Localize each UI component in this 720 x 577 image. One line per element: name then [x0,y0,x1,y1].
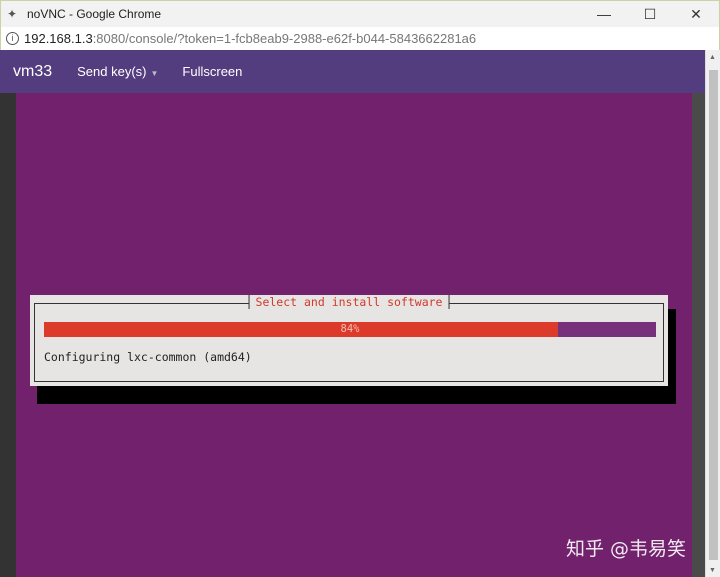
page-scrollbar[interactable]: ▲ ▼ [705,50,720,577]
canvas-right-edge [692,93,705,577]
fullscreen-button[interactable]: Fullscreen [182,64,242,79]
chevron-down-icon: ▼ [150,69,159,78]
novnc-app-icon: ✦ [7,7,18,21]
maximize-button[interactable]: ☐ [627,1,673,27]
minimize-button[interactable]: — [581,1,627,27]
canvas-left-edge [0,93,16,577]
send-keys-label: Send key(s) [77,64,147,79]
dialog-title: Select and install software [248,295,450,309]
info-icon[interactable]: i [6,32,19,45]
url-host: 192.168.1.3 [24,31,93,46]
progress-label: 84% [340,323,360,335]
progress-bar: 84% [44,322,656,337]
status-text: Configuring lxc-common (amd64) [44,350,252,364]
url-rest: :8080/console/?token=1-fcb8eab9-2988-e62… [92,31,477,46]
close-button[interactable]: ✕ [673,1,719,27]
send-keys-dropdown[interactable]: Send key(s) ▼ [77,64,158,79]
novnc-navbar: vm33 Send key(s) ▼ Fullscreen [0,50,705,93]
scroll-down-icon[interactable]: ▼ [709,567,716,574]
scroll-up-icon[interactable]: ▲ [709,54,716,61]
install-progress-dialog: Select and install software 84% Configur… [30,295,668,386]
window-title: noVNC - Google Chrome [27,7,162,21]
dialog-frame [34,303,664,382]
vm-name[interactable]: vm33 [13,63,52,81]
scrollbar-thumb[interactable] [709,70,718,560]
watermark: 知乎 @韦易笑 [566,538,687,560]
window-titlebar: ✦ noVNC - Google Chrome — ☐ ✕ [0,0,720,27]
address-bar[interactable]: i 192.168.1.3:8080/console/?token=1-fcb8… [0,27,720,50]
